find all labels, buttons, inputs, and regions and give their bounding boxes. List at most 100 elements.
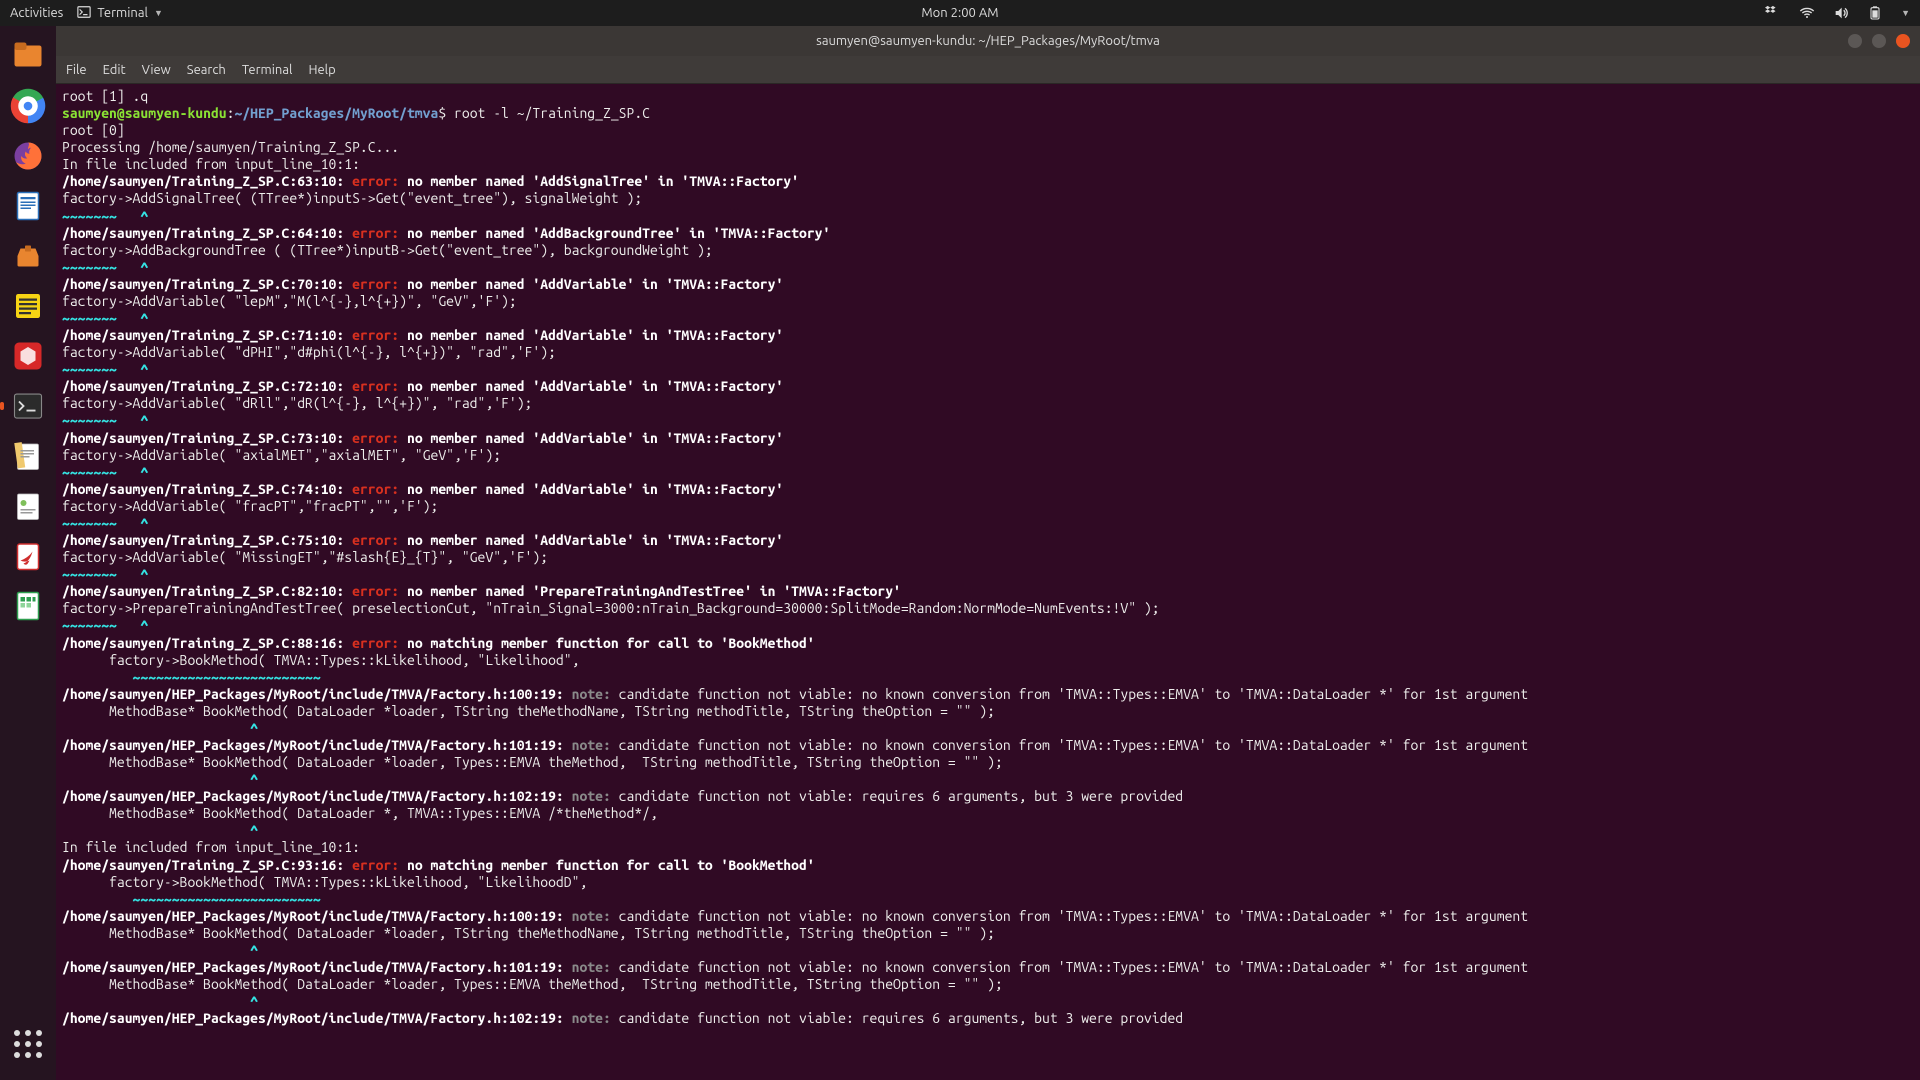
- system-menu-chevron-icon[interactable]: ▼: [1901, 8, 1910, 18]
- src: MethodBase* BookMethod( DataLoader *load…: [62, 925, 995, 941]
- src: factory->AddBackgroundTree ( (TTree*)inp…: [62, 242, 713, 258]
- menu-terminal[interactable]: Terminal: [242, 63, 293, 77]
- tilde: ~~~~~~~ ^: [62, 515, 148, 531]
- tilde: ~~~~~~~ ^: [62, 259, 148, 275]
- line: In file included from input_line_10:1:: [62, 839, 360, 855]
- tilde: ~~~~~~~ ^: [62, 361, 148, 377]
- note-loc: /home/saumyen/HEP_Packages/MyRoot/includ…: [62, 686, 572, 702]
- note-label: note:: [572, 686, 619, 702]
- dock-calc[interactable]: [6, 584, 50, 628]
- dock-files[interactable]: [6, 34, 50, 78]
- err-label: error:: [352, 378, 407, 394]
- note-loc: /home/saumyen/HEP_Packages/MyRoot/includ…: [62, 959, 572, 975]
- err-loc: /home/saumyen/Training_Z_SP.C:63:10:: [62, 173, 352, 189]
- menubar: File Edit View Search Terminal Help: [56, 56, 1920, 84]
- err-msg: no member named 'AddVariable' in 'TMVA::…: [407, 481, 783, 497]
- src: factory->AddVariable( "fracPT","fracPT",…: [62, 498, 438, 514]
- command: root -l ~/Training_Z_SP.C: [454, 105, 650, 121]
- caret: ^: [62, 822, 258, 838]
- terminal-window: saumyen@saumyen-kundu: ~/HEP_Packages/My…: [56, 26, 1920, 1080]
- err-msg: no member named 'AddBackgroundTree' in '…: [407, 225, 830, 241]
- caret: ^: [62, 771, 258, 787]
- line: In file included from input_line_10:1:: [62, 156, 360, 172]
- clock[interactable]: Mon 2:00 AM: [921, 6, 998, 20]
- menu-help[interactable]: Help: [308, 63, 335, 77]
- battery-icon[interactable]: [1867, 5, 1883, 21]
- dropbox-icon[interactable]: [1765, 5, 1781, 21]
- prompt-user: saumyen@saumyen-kundu: [62, 105, 227, 121]
- err-loc: /home/saumyen/Training_Z_SP.C:93:16:: [62, 857, 352, 873]
- dock-texteditor[interactable]: [6, 434, 50, 478]
- tilde: ~~~~~~~ ^: [62, 617, 148, 633]
- line: Processing /home/saumyen/Training_Z_SP.C…: [62, 139, 399, 155]
- terminal-output[interactable]: root [1] .q saumyen@saumyen-kundu:~/HEP_…: [56, 84, 1920, 1080]
- wifi-icon[interactable]: [1799, 5, 1815, 21]
- prompt-dollar: $: [438, 105, 454, 121]
- note-label: note:: [572, 959, 619, 975]
- err-msg: no member named 'AddSignalTree' in 'TMVA…: [407, 173, 799, 189]
- err-loc: /home/saumyen/Training_Z_SP.C:75:10:: [62, 532, 352, 548]
- src: factory->AddVariable( "dPHI","d#phi(l^{-…: [62, 344, 556, 360]
- dock-software[interactable]: [6, 234, 50, 278]
- err-msg: no member named 'AddVariable' in 'TMVA::…: [407, 430, 783, 446]
- menu-search[interactable]: Search: [187, 63, 226, 77]
- src: factory->AddSignalTree( (TTree*)inputS->…: [62, 190, 642, 206]
- dock: [0, 26, 56, 1080]
- dock-mathematica[interactable]: [6, 334, 50, 378]
- dock-firefox[interactable]: [6, 134, 50, 178]
- caret: ^: [62, 720, 258, 736]
- close-button[interactable]: [1896, 34, 1910, 48]
- err-msg: no member named 'AddVariable' in 'TMVA::…: [407, 378, 783, 394]
- tilde: ~~~~~~~~~~~~~~~~~~~~~~~~: [62, 891, 321, 907]
- src: MethodBase* BookMethod( DataLoader *load…: [62, 754, 1003, 770]
- err-msg: no member named 'AddVariable' in 'TMVA::…: [407, 276, 783, 292]
- menu-view[interactable]: View: [142, 63, 171, 77]
- dock-chrome[interactable]: [6, 84, 50, 128]
- minimize-button[interactable]: [1848, 34, 1862, 48]
- src: factory->PrepareTrainingAndTestTree( pre…: [62, 600, 1160, 616]
- app-indicator[interactable]: Terminal ▼: [77, 5, 163, 22]
- menu-file[interactable]: File: [66, 63, 87, 77]
- err-label: error:: [352, 225, 407, 241]
- dock-docs[interactable]: [6, 484, 50, 528]
- note-msg: candidate function not viable: no known …: [619, 959, 1528, 975]
- dock-pdf[interactable]: [6, 534, 50, 578]
- tilde: ~~~~~~~ ^: [62, 566, 148, 582]
- err-label: error:: [352, 532, 407, 548]
- note-msg: candidate function not viable: requires …: [619, 788, 1183, 804]
- caret: ^: [62, 993, 258, 1009]
- err-label: error:: [352, 857, 407, 873]
- tilde: ~~~~~~~ ^: [62, 208, 148, 224]
- gnome-topbar: Activities Terminal ▼ Mon 2:00 AM ▼: [0, 0, 1920, 26]
- dock-writer[interactable]: [6, 184, 50, 228]
- show-apps-button[interactable]: [6, 1022, 50, 1066]
- activities-button[interactable]: Activities: [10, 6, 63, 20]
- line: root [0]: [62, 122, 125, 138]
- menu-edit[interactable]: Edit: [103, 63, 126, 77]
- note-label: note:: [572, 908, 619, 924]
- err-msg: no member named 'AddVariable' in 'TMVA::…: [407, 327, 783, 343]
- note-loc: /home/saumyen/HEP_Packages/MyRoot/includ…: [62, 788, 572, 804]
- note-loc: /home/saumyen/HEP_Packages/MyRoot/includ…: [62, 908, 572, 924]
- note-label: note:: [572, 737, 619, 753]
- err-loc: /home/saumyen/Training_Z_SP.C:72:10:: [62, 378, 352, 394]
- err-loc: /home/saumyen/Training_Z_SP.C:88:16:: [62, 635, 352, 651]
- dock-terminal[interactable]: [6, 384, 50, 428]
- maximize-button[interactable]: [1872, 34, 1886, 48]
- line: root [1] .q: [62, 88, 148, 104]
- note-msg: candidate function not viable: requires …: [619, 1010, 1183, 1026]
- chevron-down-icon: ▼: [154, 8, 163, 18]
- tilde: ~~~~~~~~~~~~~~~~~~~~~~~~: [62, 669, 321, 685]
- src: MethodBase* BookMethod( DataLoader *, TM…: [62, 805, 658, 821]
- err-loc: /home/saumyen/Training_Z_SP.C:73:10:: [62, 430, 352, 446]
- tilde: ~~~~~~~ ^: [62, 310, 148, 326]
- note-label: note:: [572, 788, 619, 804]
- err-msg: no matching member function for call to …: [407, 635, 815, 651]
- volume-icon[interactable]: [1833, 5, 1849, 21]
- window-title: saumyen@saumyen-kundu: ~/HEP_Packages/My…: [816, 34, 1160, 48]
- err-msg: no member named 'AddVariable' in 'TMVA::…: [407, 532, 783, 548]
- titlebar[interactable]: saumyen@saumyen-kundu: ~/HEP_Packages/My…: [56, 26, 1920, 56]
- note-label: note:: [572, 1010, 619, 1026]
- note-msg: candidate function not viable: no known …: [619, 737, 1528, 753]
- dock-notes[interactable]: [6, 284, 50, 328]
